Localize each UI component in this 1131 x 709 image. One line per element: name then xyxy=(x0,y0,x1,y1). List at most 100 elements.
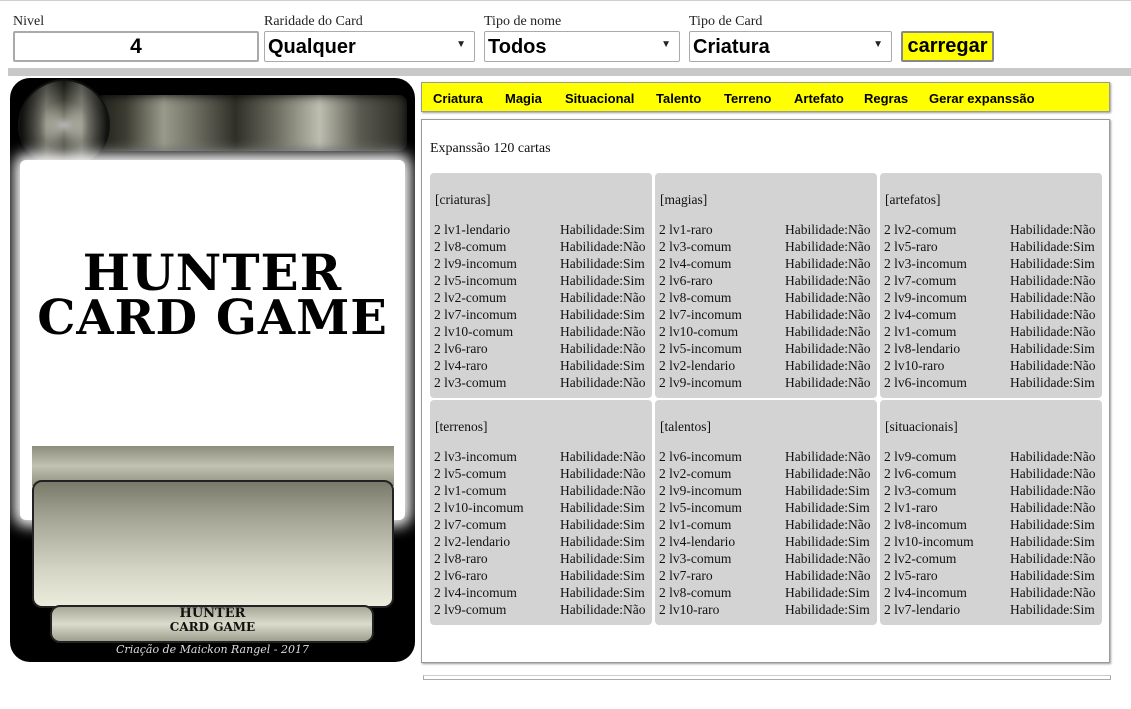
list-item: 2 lv4-raro Habilidade:Sim xyxy=(434,357,650,374)
list-item: 2 lv8-comum Habilidade:Não xyxy=(659,289,875,306)
group-criaturas: [criaturas] 2 lv1-lendario Habilidade:Sim… xyxy=(430,173,652,398)
ability-flag: Habilidade:Sim xyxy=(1010,568,1095,583)
ability-flag: Habilidade:Não xyxy=(1010,273,1096,288)
ability-flag: Habilidade:Sim xyxy=(560,273,645,288)
card-entry: 2 lv1-comum xyxy=(434,483,507,498)
tipo-card-label: Tipo de Card xyxy=(689,14,763,29)
card-entry: 2 lv5-incomum xyxy=(659,341,742,356)
tipo-card-selected: Criatura xyxy=(693,36,770,58)
list-item: 2 lv4-lendario Habilidade:Sim xyxy=(659,533,875,550)
list-item: 2 lv7-comum Habilidade:Não xyxy=(884,272,1100,289)
card-entry: 2 lv7-lendario xyxy=(884,602,961,617)
list-item: 2 lv2-comum Habilidade:Não xyxy=(659,465,875,482)
list-item: 2 lv6-raro Habilidade:Não xyxy=(434,340,650,357)
list-item: 2 lv4-incomum Habilidade:Sim xyxy=(434,584,650,601)
card-text-box xyxy=(32,480,394,608)
list-item: 2 lv3-incomum Habilidade:Não xyxy=(434,448,650,465)
nivel-input[interactable] xyxy=(13,31,259,62)
ability-flag: Habilidade:Não xyxy=(1010,307,1096,322)
list-item: 2 lv7-incomum Habilidade:Não xyxy=(659,306,875,323)
ability-flag: Habilidade:Não xyxy=(1010,483,1096,498)
list-item: 2 lv1-comum Habilidade:Não xyxy=(659,516,875,533)
list-item: 2 lv6-raro Habilidade:Não xyxy=(659,272,875,289)
ability-flag: Habilidade:Não xyxy=(1010,290,1096,305)
ability-flag: Habilidade:Sim xyxy=(1010,341,1095,356)
ability-flag: Habilidade:Não xyxy=(1010,222,1096,237)
list-item: 2 lv3-comum Habilidade:Não xyxy=(659,238,875,255)
ability-flag: Habilidade:Sim xyxy=(560,551,645,566)
ability-flag: Habilidade:Não xyxy=(560,290,646,305)
list-item: 2 lv9-incomum Habilidade:Não xyxy=(659,374,875,391)
tab-magia[interactable]: Magia xyxy=(505,91,542,107)
list-item: 2 lv6-incomum Habilidade:Sim xyxy=(884,374,1100,391)
ability-flag: Habilidade:Sim xyxy=(785,500,870,515)
group-terrenos: [terrenos] 2 lv3-incomum Habilidade:Não 2… xyxy=(430,400,652,625)
list-item: 2 lv6-raro Habilidade:Sim xyxy=(434,567,650,584)
card-entry: 2 lv9-incomum xyxy=(434,256,517,271)
card-entry: 2 lv1-comum xyxy=(659,517,732,532)
tipo-nome-select[interactable]: Todos ▼ xyxy=(484,31,680,62)
card-entry: 2 lv1-comum xyxy=(884,324,957,339)
card-entry: 2 lv8-incomum xyxy=(884,517,967,532)
ability-flag: Habilidade:Não xyxy=(785,551,871,566)
ability-flag: Habilidade:Não xyxy=(785,256,871,271)
ability-flag: Habilidade:Sim xyxy=(1010,239,1095,254)
card-entry: 2 lv1-lendario xyxy=(434,222,511,237)
group-rows: 2 lv1-raro Habilidade:Não 2 lv3-comum Habi… xyxy=(659,221,875,391)
ability-flag: Habilidade:Sim xyxy=(785,534,870,549)
card-entry: 2 lv2-comum xyxy=(659,466,732,481)
ability-flag: Habilidade:Não xyxy=(1010,466,1096,481)
ability-flag: Habilidade:Não xyxy=(560,449,646,464)
card-entry: 2 lv6-raro xyxy=(434,568,488,583)
ability-flag: Habilidade:Não xyxy=(785,273,871,288)
tab-artefato[interactable]: Artefato xyxy=(794,91,844,107)
card-preview: HUNTER CARD GAME HUNTER CARD GAME Criaçã… xyxy=(10,78,415,662)
nivel-field: Nivel xyxy=(13,14,44,30)
carregar-button[interactable]: carregar xyxy=(901,31,994,62)
list-item: 2 lv1-raro Habilidade:Não xyxy=(659,221,875,238)
card-entry: 2 lv10-incomum xyxy=(884,534,974,549)
ability-flag: Habilidade:Não xyxy=(560,239,646,254)
group-situacionais: [situacionais] 2 lv9-comum Habilidade:Não… xyxy=(880,400,1102,625)
ability-flag: Habilidade:Sim xyxy=(560,517,645,532)
raridade-select[interactable]: Qualquer ▼ xyxy=(264,31,475,62)
card-entry: 2 lv2-comum xyxy=(884,551,957,566)
ability-flag: Habilidade:Sim xyxy=(560,256,645,271)
raridade-label: Raridade do Card xyxy=(264,14,363,29)
card-footer-logo-line1: HUNTER xyxy=(179,606,246,621)
list-item: 2 lv2-comum Habilidade:Não xyxy=(884,221,1100,238)
list-item: 2 lv5-incomum Habilidade:Sim xyxy=(659,499,875,516)
tipo-card-select[interactable]: Criatura ▼ xyxy=(689,31,892,62)
card-entry: 2 lv7-incomum xyxy=(659,307,742,322)
raridade-field: Raridade do Card xyxy=(264,14,363,30)
group-title: [talentos] xyxy=(660,419,711,434)
ability-flag: Habilidade:Sim xyxy=(560,222,645,237)
list-item: 2 lv8-incomum Habilidade:Sim xyxy=(884,516,1100,533)
tab-situacional[interactable]: Situacional xyxy=(565,91,634,107)
tab-talento[interactable]: Talento xyxy=(656,91,701,107)
ability-flag: Habilidade:Não xyxy=(785,375,871,390)
group-title: [artefatos] xyxy=(885,192,941,207)
card-entry: 2 lv8-lendario xyxy=(884,341,961,356)
card-entry: 2 lv10-comum xyxy=(434,324,514,339)
card-entry: 2 lv8-comum xyxy=(659,585,732,600)
list-item: 2 lv5-raro Habilidade:Sim xyxy=(884,238,1100,255)
ability-flag: Habilidade:Não xyxy=(1010,500,1096,515)
ability-flag: Habilidade:Não xyxy=(560,602,646,617)
tab-criatura[interactable]: Criatura xyxy=(433,91,483,107)
card-entry: 2 lv9-incomum xyxy=(659,483,742,498)
ability-flag: Habilidade:Sim xyxy=(1010,517,1095,532)
card-entry: 2 lv2-lendario xyxy=(659,358,736,373)
tab-gerar-expansao[interactable]: Gerar expanssão xyxy=(929,91,1035,107)
group-rows: 2 lv1-lendario Habilidade:Sim 2 lv8-comum… xyxy=(434,221,650,391)
group-title: [criaturas] xyxy=(435,192,491,207)
tab-regras[interactable]: Regras xyxy=(864,91,908,107)
list-item: 2 lv7-comum Habilidade:Sim xyxy=(434,516,650,533)
ability-flag: Habilidade:Sim xyxy=(560,534,645,549)
tab-terreno[interactable]: Terreno xyxy=(724,91,771,107)
ability-flag: Habilidade:Não xyxy=(560,341,646,356)
ability-flag: Habilidade:Não xyxy=(785,222,871,237)
list-item: 2 lv2-comum Habilidade:Não xyxy=(884,550,1100,567)
card-entry: 2 lv5-raro xyxy=(884,568,938,583)
card-entry: 2 lv6-raro xyxy=(434,341,488,356)
